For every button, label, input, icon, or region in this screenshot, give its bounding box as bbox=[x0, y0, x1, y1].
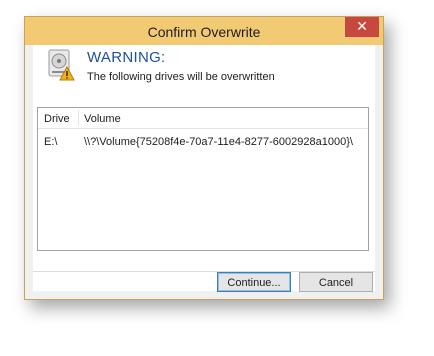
close-button[interactable]: ✕ bbox=[345, 17, 379, 37]
drive-warning-icon bbox=[48, 49, 75, 81]
drive-list-header: Drive Volume bbox=[38, 108, 368, 129]
column-header-drive[interactable]: Drive bbox=[44, 113, 70, 125]
drive-list[interactable]: Drive Volume E:\ \\?\Volume{75208f4e-70a… bbox=[37, 107, 369, 251]
cancel-button[interactable]: Cancel bbox=[299, 272, 373, 292]
table-row[interactable]: E:\ \\?\Volume{75208f4e-70a7-11e4-8277-6… bbox=[38, 132, 368, 150]
column-divider[interactable] bbox=[78, 110, 79, 126]
warning-heading: WARNING: bbox=[87, 49, 166, 66]
title-bar[interactable]: Confirm Overwrite ✕ bbox=[25, 17, 383, 45]
warning-message: The following drives will be overwritten bbox=[87, 71, 275, 83]
drive-cell: E:\ bbox=[44, 136, 58, 148]
volume-cell: \\?\Volume{75208f4e-70a7-11e4-8277-60029… bbox=[84, 136, 353, 148]
window-title: Confirm Overwrite bbox=[147, 24, 261, 40]
confirm-overwrite-dialog: Confirm Overwrite ✕ WARNING: The followi… bbox=[24, 16, 384, 300]
continue-button[interactable]: Continue... bbox=[217, 272, 291, 292]
column-header-volume[interactable]: Volume bbox=[84, 113, 121, 125]
screenshot-stage: Confirm Overwrite ✕ WARNING: The followi… bbox=[0, 0, 434, 356]
close-icon: ✕ bbox=[356, 19, 368, 35]
